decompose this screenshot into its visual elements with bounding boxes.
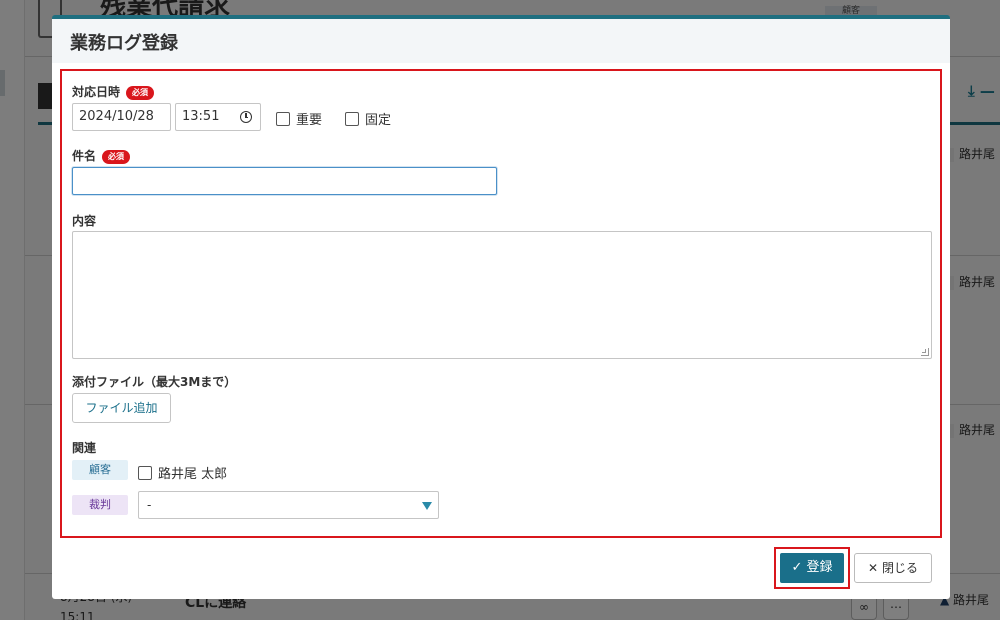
checkbox-icon[interactable] xyxy=(138,466,152,480)
check-icon: ✓ xyxy=(791,560,803,575)
content-label: 内容 xyxy=(72,214,97,228)
content-textarea[interactable] xyxy=(72,231,932,359)
register-button[interactable]: ✓ 登録 xyxy=(780,553,844,583)
chevron-down-icon xyxy=(422,502,432,510)
datetime-label: 対応日時 必須 xyxy=(72,83,155,100)
close-icon: ✕ xyxy=(868,561,879,575)
checkbox-icon[interactable] xyxy=(276,112,290,126)
required-badge: 必須 xyxy=(102,150,131,164)
required-badge: 必須 xyxy=(126,86,155,100)
customer-tag: 顧客 xyxy=(72,460,128,480)
trial-select[interactable]: - xyxy=(138,491,439,519)
subject-label: 件名 必須 xyxy=(72,147,131,164)
modal-footer: ✓ 登録 ✕ 閉じる xyxy=(52,547,950,603)
trial-tag: 裁判 xyxy=(72,495,128,515)
date-input[interactable]: 2024/10/28 xyxy=(72,103,171,131)
modal-title: 業務ログ登録 xyxy=(70,33,178,54)
modal-header: 業務ログ登録 xyxy=(52,19,950,63)
resize-handle-icon[interactable] xyxy=(921,348,929,356)
subject-input[interactable] xyxy=(72,167,497,195)
related-label: 関連 xyxy=(72,441,97,455)
pinned-checkbox[interactable]: 固定 xyxy=(345,109,391,128)
close-button[interactable]: ✕ 閉じる xyxy=(854,553,932,583)
customer-checkbox[interactable]: 路井尾 太郎 xyxy=(138,463,227,482)
add-file-button[interactable]: ファイル追加 xyxy=(72,393,171,423)
form-area: 対応日時 必須 2024/10/28 13:51 重要 固定 件名 必須 内容 添付… xyxy=(60,69,942,538)
time-input[interactable]: 13:51 xyxy=(175,103,261,131)
attachment-label: 添付ファイル（最大3Mまで） xyxy=(72,375,237,389)
important-checkbox[interactable]: 重要 xyxy=(276,109,322,128)
work-log-modal: 業務ログ登録 対応日時 必須 2024/10/28 13:51 重要 固定 件名必… xyxy=(52,15,950,599)
checkbox-icon[interactable] xyxy=(345,112,359,126)
clock-icon xyxy=(240,111,252,123)
submit-highlight: ✓ 登録 xyxy=(774,547,850,589)
